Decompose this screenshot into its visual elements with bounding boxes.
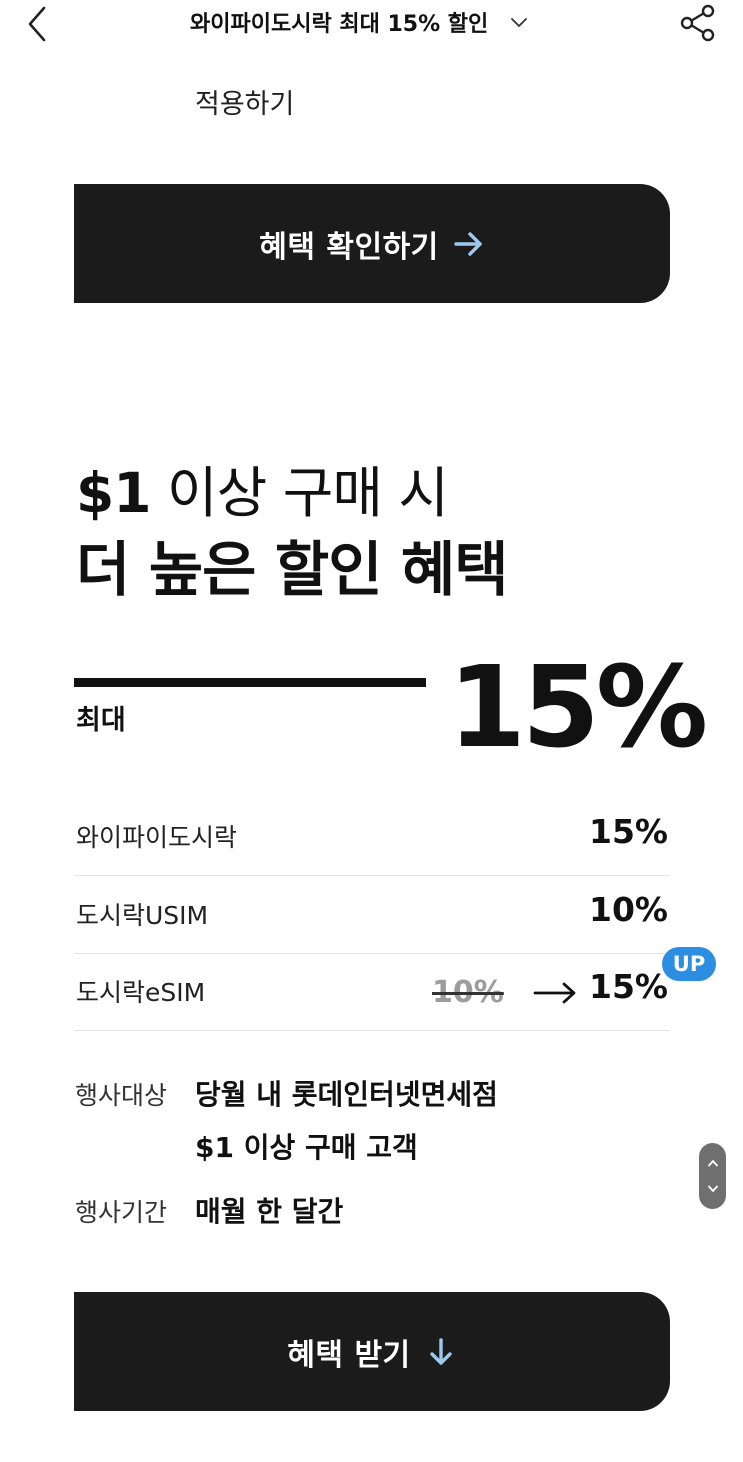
check-benefit-label: 혜택 확인하기 — [259, 229, 439, 265]
back-button[interactable] — [22, 4, 52, 44]
share-button[interactable] — [678, 2, 720, 44]
headline-line1: $1 이상 구매 시 — [76, 448, 449, 528]
check-benefit-button[interactable]: 혜택 확인하기 — [74, 184, 670, 303]
old-rate-value: 10% — [432, 975, 504, 1010]
rate-row-name: 도시락eSIM — [76, 978, 206, 1007]
headline-amount: $1 — [76, 461, 152, 525]
event-target-value-line1: 당월 내 롯데인터넷면세점 — [195, 1078, 498, 1111]
event-target-line2-text: 이상 구매 고객 — [233, 1131, 418, 1164]
rate-row-value: 10% — [589, 890, 668, 929]
get-benefit-label: 혜택 받기 — [287, 1337, 411, 1373]
event-target-amount: $1 — [195, 1131, 234, 1164]
up-badge: UP — [662, 947, 716, 981]
chevron-up-icon[interactable] — [707, 1158, 719, 1168]
max-discount-label: 최대 — [76, 705, 126, 736]
event-period-value: 매월 한 달간 — [195, 1195, 344, 1228]
rate-row-esim: 도시락eSIM 10% 15% UP — [74, 947, 716, 1031]
max-discount-value: 15% — [448, 643, 708, 773]
headline-line2: 더 높은 할인 혜택 — [76, 535, 509, 604]
rate-row-value: 15% — [589, 812, 668, 851]
chevron-left-icon — [28, 6, 46, 42]
page-title: 와이파이도시락 최대 15% 할인 — [190, 12, 489, 37]
page-title-dropdown[interactable]: 와이파이도시락 최대 15% 할인 — [190, 0, 610, 44]
apply-text: 적용하기 — [195, 89, 295, 120]
scroll-control[interactable] — [699, 1143, 726, 1209]
arrow-down-icon — [429, 1337, 452, 1365]
rate-row-usim: 도시락USIM 10% — [74, 876, 670, 954]
chevron-down-icon[interactable] — [707, 1184, 719, 1194]
rate-row-name: 도시락USIM — [76, 901, 209, 930]
rate-row-name: 와이파이도시락 — [76, 823, 238, 852]
rate-row-wifi: 와이파이도시락 15% — [74, 798, 670, 876]
headline-line1-text: 이상 구매 시 — [150, 461, 449, 525]
rate-row-value: 15% — [589, 967, 668, 1006]
divider-rule — [74, 678, 426, 687]
event-period-label: 행사기간 — [75, 1198, 168, 1227]
share-icon — [680, 4, 715, 42]
get-benefit-button[interactable]: 혜택 받기 — [74, 1292, 670, 1411]
event-target-label: 행사대상 — [75, 1081, 168, 1110]
arrow-right-icon — [533, 982, 576, 1004]
arrow-right-icon — [454, 231, 482, 256]
event-target-value-line2: $1 이상 구매 고객 — [195, 1126, 418, 1166]
chevron-down-icon — [511, 18, 528, 27]
